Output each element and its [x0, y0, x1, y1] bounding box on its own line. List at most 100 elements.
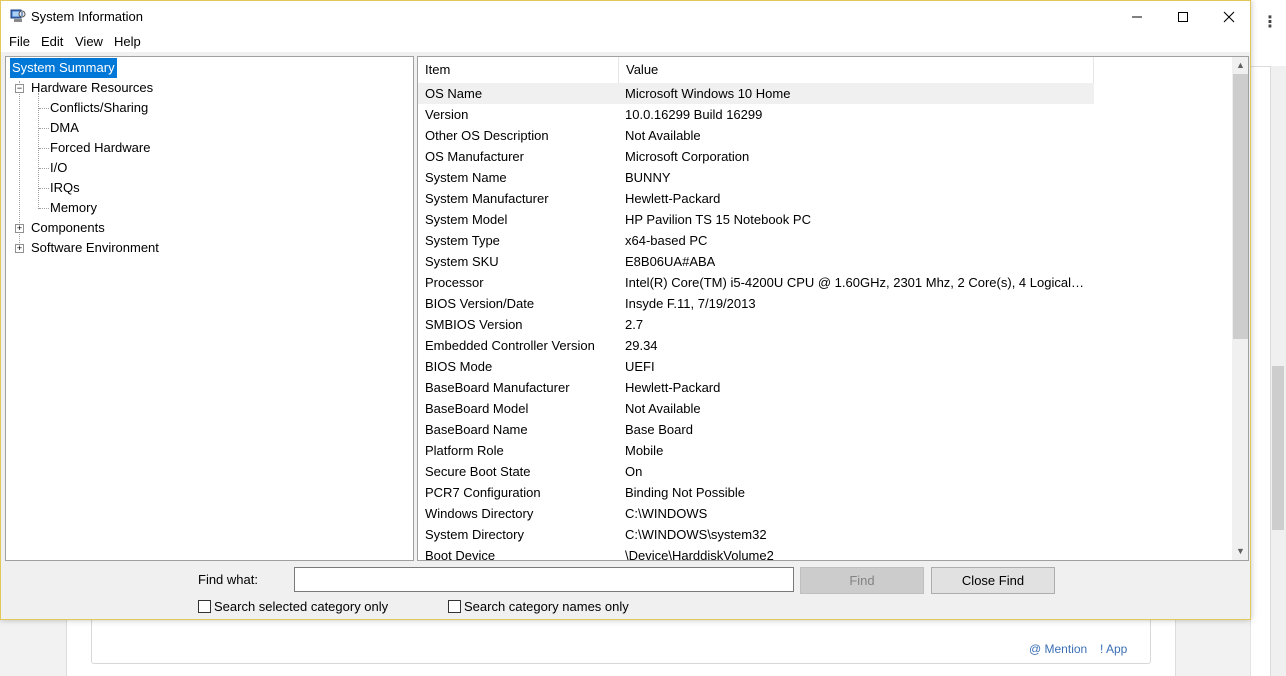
- tree-item-io[interactable]: I/O: [50, 158, 67, 178]
- row-value-cell: HP Pavilion TS 15 Notebook PC: [625, 212, 811, 227]
- table-row[interactable]: System Model HP Pavilion TS 15 Notebook P…: [418, 209, 1233, 230]
- details-list[interactable]: Item Value OS Name Microsoft Windows 10 H…: [417, 56, 1249, 561]
- table-row[interactable]: Windows Directory C:\WINDOWS: [418, 503, 1233, 524]
- row-value-cell: Intel(R) Core(TM) i5-4200U CPU @ 1.60GHz…: [625, 275, 1087, 290]
- system-information-app-icon: [10, 8, 26, 24]
- row-item-cell: BaseBoard Name: [425, 422, 528, 437]
- collapse-icon[interactable]: −: [15, 84, 24, 93]
- mention-link[interactable]: @ Mention: [1029, 642, 1087, 656]
- row-item-cell: Boot Device: [425, 548, 496, 561]
- table-row[interactable]: System Directory C:\WINDOWS\system32: [418, 524, 1233, 545]
- tree-item-conflicts-sharing[interactable]: Conflicts/Sharing: [50, 98, 148, 118]
- table-row[interactable]: PCR7 Configuration Binding Not Possible: [418, 482, 1233, 503]
- scrollbar-thumb[interactable]: [1233, 74, 1248, 339]
- tree-item-components[interactable]: Components: [31, 218, 105, 238]
- menu-bar: File Edit View Help: [1, 32, 1250, 52]
- find-button[interactable]: Find: [800, 567, 924, 594]
- close-find-button[interactable]: Close Find: [931, 567, 1055, 594]
- row-item-cell: OS Name: [425, 86, 483, 101]
- table-row[interactable]: Version 10.0.16299 Build 16299: [418, 104, 1233, 125]
- table-row[interactable]: BaseBoard Manufacturer Hewlett-Packard: [418, 377, 1233, 398]
- maximize-icon: [1178, 12, 1188, 22]
- row-value-cell: Binding Not Possible: [625, 485, 745, 500]
- tree-item-memory[interactable]: Memory: [50, 198, 97, 218]
- list-vertical-scrollbar[interactable]: ▲ ▼: [1232, 57, 1248, 560]
- table-row[interactable]: System SKU E8B06UA#ABA: [418, 251, 1233, 272]
- search-selected-category-label: Search selected category only: [214, 599, 389, 614]
- title-bar[interactable]: System Information: [1, 1, 1250, 32]
- scroll-down-icon[interactable]: ▼: [1232, 543, 1248, 560]
- tree-item-forced-hardware[interactable]: Forced Hardware: [50, 138, 150, 158]
- row-value-cell: 2.7: [625, 317, 644, 332]
- background-scrollbar-thumb[interactable]: [1272, 366, 1284, 530]
- background-comment-box[interactable]: [91, 618, 1151, 664]
- expand-icon[interactable]: +: [15, 244, 24, 253]
- row-item-cell: BIOS Mode: [425, 359, 493, 374]
- menu-view[interactable]: View: [75, 34, 103, 49]
- minimize-button[interactable]: [1114, 1, 1160, 32]
- row-value-cell: Not Available: [625, 401, 701, 416]
- minimize-icon: [1132, 16, 1142, 18]
- row-value-cell: \Device\HarddiskVolume2: [625, 548, 774, 561]
- menu-file[interactable]: File: [9, 34, 30, 49]
- menu-help[interactable]: Help: [114, 34, 141, 49]
- tree-connector: [39, 148, 49, 149]
- tree-item-irqs[interactable]: IRQs: [50, 178, 80, 198]
- tree-item-dma[interactable]: DMA: [50, 118, 79, 138]
- table-row[interactable]: SMBIOS Version 2.7: [418, 314, 1233, 335]
- row-item-cell: Secure Boot State: [425, 464, 531, 479]
- table-row[interactable]: BaseBoard Model Not Available: [418, 398, 1233, 419]
- row-value-cell: Microsoft Windows 10 Home: [625, 86, 791, 101]
- table-row[interactable]: Secure Boot State On: [418, 461, 1233, 482]
- row-value-cell: x64-based PC: [625, 233, 708, 248]
- tree-item-software-environment[interactable]: Software Environment: [31, 238, 159, 258]
- tree-connector: [38, 93, 39, 209]
- expand-icon[interactable]: +: [15, 224, 24, 233]
- table-row[interactable]: Boot Device \Device\HarddiskVolume2: [418, 545, 1233, 561]
- scroll-up-icon[interactable]: ▲: [1232, 57, 1248, 74]
- list-header: Item Value: [418, 57, 1094, 83]
- column-header-value[interactable]: Value: [619, 57, 1094, 83]
- table-row[interactable]: BaseBoard Name Base Board: [418, 419, 1233, 440]
- row-item-cell: BaseBoard Manufacturer: [425, 380, 570, 395]
- table-row[interactable]: Embedded Controller Version 29.34: [418, 335, 1233, 356]
- close-button[interactable]: [1206, 1, 1252, 32]
- row-value-cell: Hewlett-Packard: [625, 191, 721, 206]
- row-item-cell: BaseBoard Model: [425, 401, 529, 416]
- row-item-cell: PCR7 Configuration: [425, 485, 541, 500]
- more-options-icon[interactable]: ⋮: [1262, 12, 1278, 34]
- tree-connector: [39, 168, 49, 169]
- find-what-input[interactable]: [294, 567, 794, 592]
- row-item-cell: Windows Directory: [425, 506, 534, 521]
- checkbox-unchecked-icon[interactable]: [198, 600, 211, 613]
- table-row[interactable]: OS Name Microsoft Windows 10 Home: [418, 83, 1094, 104]
- table-row[interactable]: System Manufacturer Hewlett-Packard: [418, 188, 1233, 209]
- row-item-cell: System Manufacturer: [425, 191, 549, 206]
- row-value-cell: E8B06UA#ABA: [625, 254, 716, 269]
- category-tree[interactable]: System Summary − Hardware Resources Conf…: [5, 56, 414, 561]
- app-link[interactable]: ! App: [1100, 642, 1127, 656]
- checkbox-unchecked-icon[interactable]: [448, 600, 461, 613]
- row-value-cell: Insyde F.11, 7/19/2013: [625, 296, 756, 311]
- row-item-cell: System Directory: [425, 527, 524, 542]
- maximize-button[interactable]: [1160, 1, 1206, 32]
- table-row[interactable]: Platform Role Mobile: [418, 440, 1233, 461]
- row-item-cell: Embedded Controller Version: [425, 338, 595, 353]
- row-value-cell: C:\WINDOWS: [625, 506, 708, 521]
- table-row[interactable]: Other OS Description Not Available: [418, 125, 1233, 146]
- row-item-cell: System Type: [425, 233, 500, 248]
- table-row[interactable]: System Name BUNNY: [418, 167, 1233, 188]
- close-icon: [1223, 11, 1235, 23]
- tree-item-system-summary[interactable]: System Summary: [10, 58, 117, 78]
- menu-edit[interactable]: Edit: [41, 34, 63, 49]
- table-row[interactable]: System Type x64-based PC: [418, 230, 1233, 251]
- row-value-cell: Microsoft Corporation: [625, 149, 750, 164]
- column-header-item[interactable]: Item: [418, 57, 619, 83]
- table-row[interactable]: OS Manufacturer Microsoft Corporation: [418, 146, 1233, 167]
- row-item-cell: Other OS Description: [425, 128, 549, 143]
- table-row[interactable]: BIOS Mode UEFI: [418, 356, 1233, 377]
- tree-item-hardware-resources[interactable]: Hardware Resources: [31, 78, 153, 98]
- table-row[interactable]: Processor Intel(R) Core(TM) i5-4200U CPU …: [418, 272, 1233, 293]
- row-value-cell: Not Available: [625, 128, 701, 143]
- table-row[interactable]: BIOS Version/Date Insyde F.11, 7/19/2013: [418, 293, 1233, 314]
